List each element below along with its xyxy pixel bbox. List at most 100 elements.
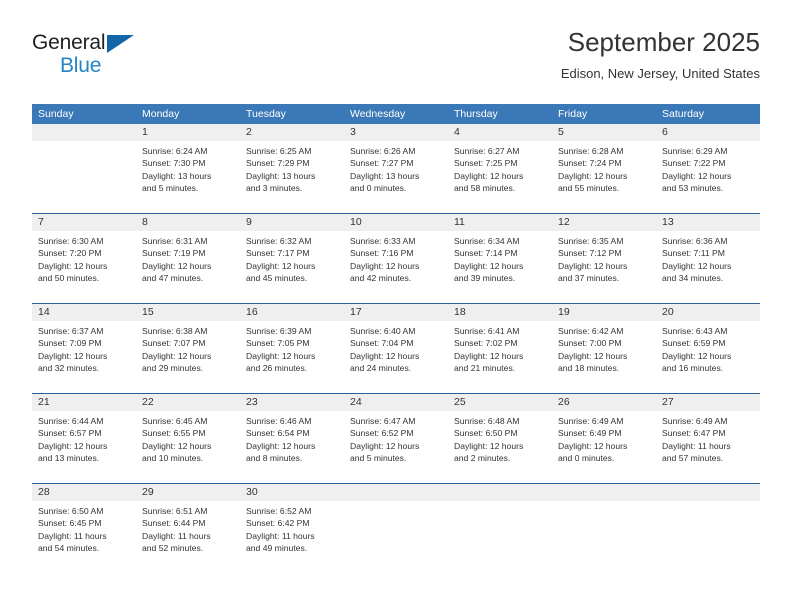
day-detail-line: and 0 minutes. — [558, 452, 615, 463]
day-number-empty — [656, 484, 760, 501]
day-number[interactable]: 6 — [656, 124, 760, 141]
day-detail-line: Daylight: 12 hours — [38, 350, 108, 361]
day-cell-empty — [448, 501, 552, 573]
day-number[interactable]: 29 — [136, 484, 240, 501]
day-cell[interactable]: Sunrise: 6:50 AM Sunset: 6:45 PM Daylight:… — [32, 501, 136, 573]
day-number[interactable]: 2 — [240, 124, 344, 141]
day-number[interactable]: 9 — [240, 214, 344, 231]
day-number[interactable]: 15 — [136, 304, 240, 321]
day-detail-line: Daylight: 12 hours — [662, 260, 732, 271]
day-detail-line: and 55 minutes. — [558, 182, 620, 193]
day-number[interactable]: 21 — [32, 394, 136, 411]
calendar-week-row: 14 15 16 17 18 19 20 Sunrise: 6:37 AM Sunset: 7:… — [32, 303, 760, 393]
brand-name-blue: Blue — [60, 54, 102, 77]
day-number[interactable]: 28 — [32, 484, 136, 501]
day-detail-line: and 10 minutes. — [142, 452, 204, 463]
day-detail-line: Sunset: 6:47 PM — [662, 428, 726, 439]
day-number[interactable]: 27 — [656, 394, 760, 411]
day-cell[interactable]: Sunrise: 6:34 AM Sunset: 7:14 PM Daylight:… — [448, 231, 552, 303]
day-number[interactable]: 1 — [136, 124, 240, 141]
day-cell[interactable]: Sunrise: 6:47 AM Sunset: 6:52 PM Daylight:… — [344, 411, 448, 483]
day-cell[interactable]: Sunrise: 6:39 AM Sunset: 7:05 PM Daylight:… — [240, 321, 344, 393]
calendar-grid: Sunday Monday Tuesday Wednesday Thursday Frid… — [32, 104, 760, 573]
day-number[interactable]: 16 — [240, 304, 344, 321]
weekday-header-row: Sunday Monday Tuesday Wednesday Thursday Frid… — [32, 104, 760, 124]
day-number[interactable]: 24 — [344, 394, 448, 411]
day-number[interactable]: 3 — [344, 124, 448, 141]
day-number[interactable]: 22 — [136, 394, 240, 411]
day-detail-line: Daylight: 12 hours — [558, 440, 628, 451]
day-detail-line: Sunset: 6:52 PM — [350, 428, 414, 439]
day-detail-line: Sunset: 6:55 PM — [142, 428, 206, 439]
week-date-band: 123456 — [32, 124, 760, 141]
day-cell-empty — [344, 501, 448, 573]
day-detail-line: and 54 minutes. — [38, 542, 100, 553]
day-number[interactable]: 11 — [448, 214, 552, 231]
day-cell[interactable]: Sunrise: 6:48 AM Sunset: 6:50 PM Daylight:… — [448, 411, 552, 483]
day-number[interactable]: 10 — [344, 214, 448, 231]
week-date-band: 7 8 9 10 11 12 13 — [32, 214, 760, 231]
day-number[interactable]: 8 — [136, 214, 240, 231]
week-date-band: 28 29 30 — [32, 484, 760, 501]
day-cell[interactable]: Sunrise: 6:26 AM Sunset: 7:27 PM Daylight:… — [344, 141, 448, 213]
day-cell[interactable]: Sunrise: 6:25 AM Sunset: 7:29 PM Daylight:… — [240, 141, 344, 213]
day-cell[interactable]: Sunrise: 6:38 AM Sunset: 7:07 PM Daylight:… — [136, 321, 240, 393]
day-detail-line: and 39 minutes. — [454, 272, 516, 283]
day-number[interactable]: 26 — [552, 394, 656, 411]
day-number-empty — [344, 484, 448, 501]
day-cell[interactable]: Sunrise: 6:37 AM Sunset: 7:09 PM Daylight:… — [32, 321, 136, 393]
day-number[interactable]: 17 — [344, 304, 448, 321]
day-number[interactable]: 12 — [552, 214, 656, 231]
day-cell[interactable]: Sunrise: 6:33 AM Sunset: 7:16 PM Daylight:… — [344, 231, 448, 303]
day-cell[interactable]: Sunrise: 6:41 AM Sunset: 7:02 PM Daylight:… — [448, 321, 552, 393]
day-cell[interactable]: Sunrise: 6:52 AM Sunset: 6:42 PM Daylight:… — [240, 501, 344, 573]
day-cell[interactable]: Sunrise: 6:51 AM Sunset: 6:44 PM Daylight:… — [136, 501, 240, 573]
day-cell[interactable]: Sunrise: 6:32 AM Sunset: 7:17 PM Daylight:… — [240, 231, 344, 303]
day-detail-line: and 18 minutes. — [558, 362, 620, 373]
day-cell[interactable]: Sunrise: 6:28 AM Sunset: 7:24 PM Daylight:… — [552, 141, 656, 213]
day-detail-line: Daylight: 13 hours — [142, 170, 212, 181]
day-number[interactable]: 7 — [32, 214, 136, 231]
day-cell[interactable]: Sunrise: 6:29 AM Sunset: 7:22 PM Daylight:… — [656, 141, 760, 213]
day-cell[interactable]: Sunrise: 6:45 AM Sunset: 6:55 PM Daylight:… — [136, 411, 240, 483]
calendar-weeks: 1 2 3 4 5 6 Sunrise: 6:24 AM Sunset: 7:30 PM Day… — [32, 124, 760, 573]
day-number[interactable]: 14 — [32, 304, 136, 321]
day-cell[interactable]: Sunrise: 6:30 AM Sunset: 7:20 PM Daylight:… — [32, 231, 136, 303]
day-cell[interactable]: Sunrise: 6:42 AM Sunset: 7:00 PM Daylight:… — [552, 321, 656, 393]
day-cell[interactable]: Sunrise: 6:49 AM Sunset: 6:49 PM Daylight:… — [552, 411, 656, 483]
day-cell[interactable]: Sunrise: 6:24 AM Sunset: 7:30 PM Daylight:… — [136, 141, 240, 213]
day-number[interactable]: 19 — [552, 304, 656, 321]
day-detail-line: Daylight: 12 hours — [558, 170, 628, 181]
day-detail-line: and 53 minutes. — [662, 182, 724, 193]
day-detail-line: Sunset: 7:16 PM — [350, 248, 414, 259]
day-cell[interactable]: Sunrise: 6:35 AM Sunset: 7:12 PM Daylight:… — [552, 231, 656, 303]
day-number-empty — [448, 484, 552, 501]
day-detail-line: and 26 minutes. — [246, 362, 308, 373]
day-number[interactable]: 5 — [552, 124, 656, 141]
day-cell[interactable]: Sunrise: 6:49 AM Sunset: 6:47 PM Daylight:… — [656, 411, 760, 483]
day-cell[interactable]: Sunrise: 6:43 AM Sunset: 6:59 PM Daylight:… — [656, 321, 760, 393]
day-cell[interactable]: Sunrise: 6:27 AM Sunset: 7:25 PM Daylight:… — [448, 141, 552, 213]
day-cell[interactable]: Sunrise: 6:44 AM Sunset: 6:57 PM Daylight:… — [32, 411, 136, 483]
day-number[interactable]: 20 — [656, 304, 760, 321]
day-detail-line: Sunset: 7:24 PM — [558, 158, 622, 169]
day-detail-line: and 8 minutes. — [246, 452, 303, 463]
weekday-header-sunday: Sunday — [38, 108, 74, 120]
day-number[interactable]: 13 — [656, 214, 760, 231]
week-date-band: 21 22 23 24 25 26 27 — [32, 394, 760, 411]
day-number[interactable]: 4 — [448, 124, 552, 141]
day-detail-line: Daylight: 12 hours — [142, 440, 212, 451]
day-number[interactable]: 25 — [448, 394, 552, 411]
day-number[interactable]: 18 — [448, 304, 552, 321]
day-cell[interactable]: Sunrise: 6:36 AM Sunset: 7:11 PM Daylight:… — [656, 231, 760, 303]
day-detail-line: Sunset: 6:49 PM — [558, 428, 622, 439]
weekday-header-thursday: Thursday — [454, 108, 498, 120]
calendar-week-row: 7 8 9 10 11 12 13 Sunrise: 6:30 AM Sunset: 7:20 … — [32, 213, 760, 303]
day-number[interactable]: 30 — [240, 484, 344, 501]
day-cell[interactable]: Sunrise: 6:31 AM Sunset: 7:19 PM Daylight:… — [136, 231, 240, 303]
day-number[interactable]: 23 — [240, 394, 344, 411]
day-detail-line: Sunrise: 6:29 AM — [662, 146, 728, 156]
day-cell[interactable]: Sunrise: 6:40 AM Sunset: 7:04 PM Daylight:… — [344, 321, 448, 393]
brand-logo[interactable]: General Blue — [32, 32, 252, 92]
day-cell[interactable]: Sunrise: 6:46 AM Sunset: 6:54 PM Daylight:… — [240, 411, 344, 483]
